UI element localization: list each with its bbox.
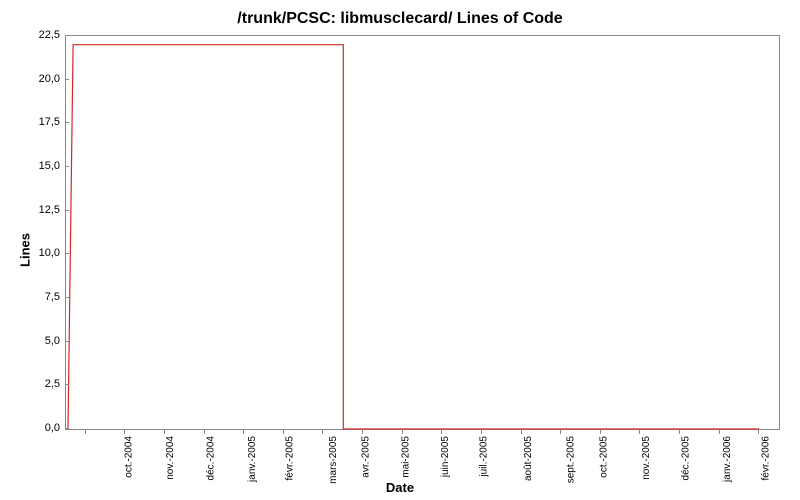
x-tick-mark bbox=[402, 430, 403, 434]
x-tick-mark bbox=[758, 430, 759, 434]
y-tick-mark bbox=[65, 79, 69, 80]
x-tick-label: févr.-2005 bbox=[285, 436, 296, 480]
chart-container: /trunk/PCSC: libmusclecard/ Lines of Cod… bbox=[0, 0, 800, 500]
x-tick-mark bbox=[441, 430, 442, 434]
x-tick-mark bbox=[600, 430, 601, 434]
y-tick-label: 12,5 bbox=[30, 204, 60, 216]
x-tick-label: déc.-2005 bbox=[681, 436, 692, 480]
x-tick-label: oct.-2004 bbox=[124, 436, 135, 478]
x-tick-label: janv.-2005 bbox=[247, 436, 258, 482]
x-tick-mark bbox=[481, 430, 482, 434]
x-tick-label: déc.-2004 bbox=[206, 436, 217, 480]
y-tick-mark bbox=[65, 384, 69, 385]
x-tick-label: mars-2005 bbox=[328, 436, 339, 484]
y-tick-label: 17,5 bbox=[30, 116, 60, 128]
x-tick-label: mai-2005 bbox=[401, 436, 412, 478]
x-tick-label: juil.-2005 bbox=[479, 436, 490, 477]
x-tick-label: juin-2005 bbox=[440, 436, 451, 477]
x-tick-label: août-2005 bbox=[523, 436, 534, 481]
x-tick-label: avr.-2005 bbox=[361, 436, 372, 478]
x-tick-label: sept.-2005 bbox=[565, 436, 576, 483]
y-tick-mark bbox=[65, 253, 69, 254]
y-tick-label: 2,5 bbox=[30, 378, 60, 390]
x-tick-mark bbox=[322, 430, 323, 434]
x-tick-label: févr.-2006 bbox=[760, 436, 771, 480]
y-tick-label: 15,0 bbox=[30, 160, 60, 172]
y-tick-label: 0,0 bbox=[30, 422, 60, 434]
y-tick-label: 5,0 bbox=[30, 335, 60, 347]
y-tick-label: 20,0 bbox=[30, 73, 60, 85]
y-tick-mark bbox=[65, 122, 69, 123]
y-tick-mark bbox=[65, 297, 69, 298]
x-tick-mark bbox=[243, 430, 244, 434]
x-tick-mark bbox=[679, 430, 680, 434]
x-tick-label: nov.-2005 bbox=[641, 436, 652, 480]
plot-area bbox=[65, 35, 780, 430]
x-tick-label: nov.-2004 bbox=[165, 436, 176, 480]
y-tick-label: 10,0 bbox=[30, 247, 60, 259]
data-series-line bbox=[66, 36, 779, 429]
y-tick-mark bbox=[65, 428, 69, 429]
x-axis-label: Date bbox=[0, 480, 800, 495]
x-tick-label: oct.-2005 bbox=[599, 436, 610, 478]
x-tick-mark bbox=[639, 430, 640, 434]
x-tick-label: janv.-2006 bbox=[722, 436, 733, 482]
x-tick-mark bbox=[719, 430, 720, 434]
y-tick-mark bbox=[65, 341, 69, 342]
x-tick-mark bbox=[85, 430, 86, 434]
y-tick-label: 7,5 bbox=[30, 291, 60, 303]
x-tick-mark bbox=[283, 430, 284, 434]
x-tick-mark bbox=[124, 430, 125, 434]
x-tick-mark bbox=[204, 430, 205, 434]
x-tick-mark bbox=[164, 430, 165, 434]
y-tick-mark bbox=[65, 210, 69, 211]
y-tick-mark bbox=[65, 166, 69, 167]
y-tick-mark bbox=[65, 35, 69, 36]
x-tick-mark bbox=[521, 430, 522, 434]
x-tick-mark bbox=[362, 430, 363, 434]
y-tick-label: 22,5 bbox=[30, 29, 60, 41]
chart-title: /trunk/PCSC: libmusclecard/ Lines of Cod… bbox=[0, 10, 800, 28]
x-tick-mark bbox=[560, 430, 561, 434]
